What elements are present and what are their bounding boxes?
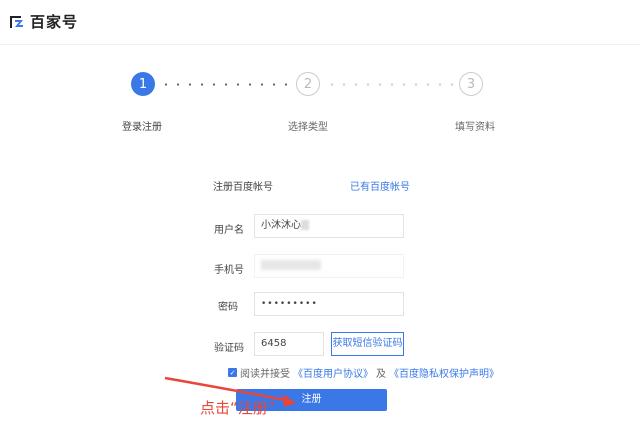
annotation-arrow-icon xyxy=(164,376,296,407)
annotation-text: 点击“注册” xyxy=(200,399,276,417)
